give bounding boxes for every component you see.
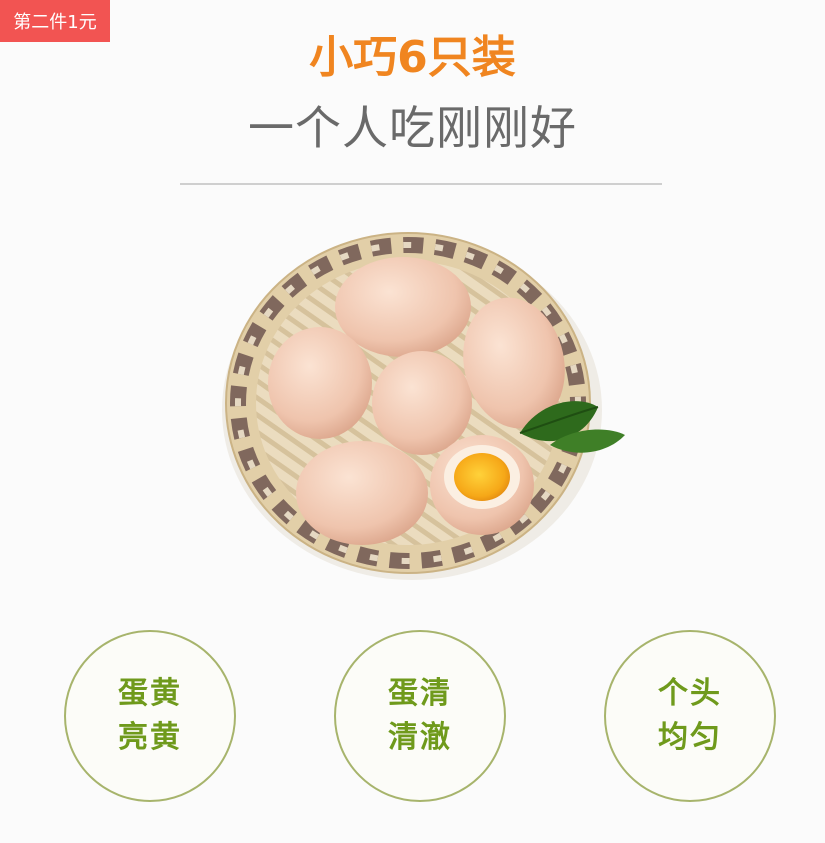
feature-size-line1: 个头 bbox=[658, 676, 722, 711]
feature-size-line2: 均匀 bbox=[658, 720, 722, 755]
product-subheadline: 一个人吃刚刚好 bbox=[248, 101, 577, 155]
divider bbox=[180, 183, 662, 185]
product-headline: 小巧6只装 bbox=[309, 32, 516, 83]
egg-basket-image bbox=[220, 215, 630, 595]
feature-size-badge: 个头 均匀 bbox=[604, 630, 776, 802]
feature-yolk-line2: 亮黄 bbox=[118, 720, 182, 755]
feature-white-line1: 蛋清 bbox=[388, 676, 452, 711]
feature-yolk-line1: 蛋黄 bbox=[118, 676, 182, 711]
feature-white-badge: 蛋清 清澈 bbox=[334, 630, 506, 802]
feature-white-line2: 清澈 bbox=[388, 720, 452, 755]
feature-yolk-badge: 蛋黄 亮黄 bbox=[64, 630, 236, 802]
features-row: 蛋黄 亮黄 蛋清 清澈 个头 均匀 bbox=[0, 630, 825, 810]
